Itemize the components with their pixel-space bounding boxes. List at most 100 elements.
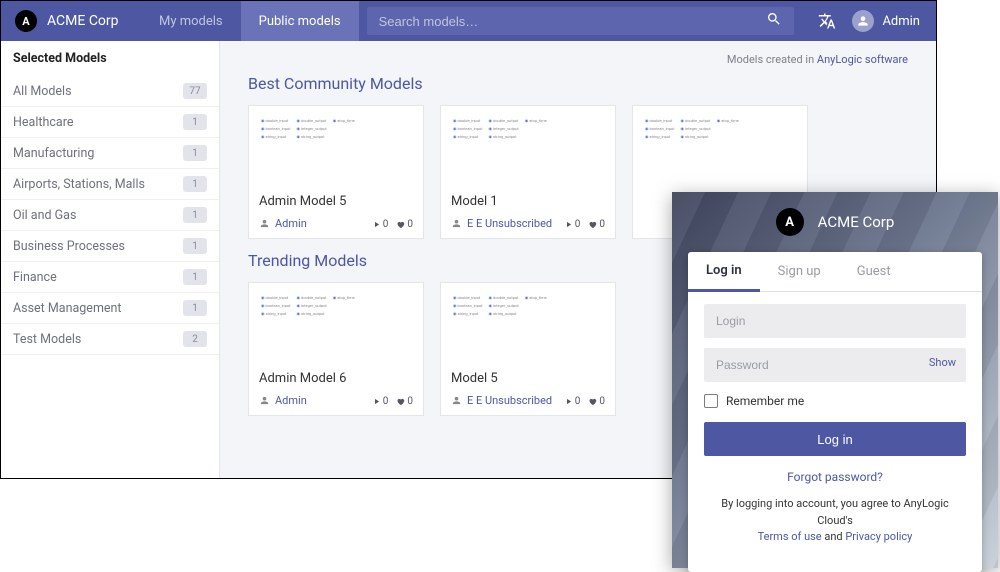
card-title: Model 5: [441, 371, 508, 386]
card-thumbnail: double_inputboolean_inputstring_input do…: [633, 106, 807, 174]
card-title: Admin Model 5: [249, 194, 356, 209]
sidebar-item-asset-management[interactable]: Asset Management 1: [1, 293, 219, 324]
search-input[interactable]: [379, 14, 767, 29]
card-author[interactable]: E E Unsubscribed: [451, 394, 552, 407]
sidebar-item-label: All Models: [13, 84, 72, 99]
sidebar: Selected Models All Models 77 Healthcare…: [1, 41, 220, 478]
sidebar-item-all-models[interactable]: All Models 77: [1, 76, 219, 107]
model-card[interactable]: double_inputboolean_inputstring_input do…: [440, 105, 616, 239]
login-tabs: Log in Sign up Guest: [688, 252, 982, 292]
sidebar-item-healthcare[interactable]: Healthcare 1: [1, 107, 219, 138]
person-icon: [451, 395, 462, 406]
credits-link[interactable]: AnyLogic software: [817, 53, 908, 66]
tab-signup[interactable]: Sign up: [760, 252, 839, 291]
card-runs: 0: [383, 219, 389, 230]
login-password-input[interactable]: [704, 348, 966, 382]
search-icon[interactable]: [766, 11, 782, 31]
tab-login[interactable]: Log in: [688, 252, 760, 292]
sidebar-item-label: Healthcare: [13, 115, 73, 130]
user-avatar-icon: [852, 10, 874, 32]
sidebar-item-finance[interactable]: Finance 1: [1, 262, 219, 293]
sidebar-item-label: Finance: [13, 270, 57, 285]
person-icon: [259, 218, 270, 229]
sidebar-item-count: 1: [183, 207, 207, 223]
sidebar-item-count: 2: [183, 331, 207, 347]
user-label: Admin: [882, 14, 920, 29]
privacy-link[interactable]: Privacy policy: [845, 530, 912, 543]
heart-icon: [396, 220, 405, 229]
sidebar-item-oil-gas[interactable]: Oil and Gas 1: [1, 200, 219, 231]
login-brand: A ACME Corp: [672, 192, 998, 252]
card-thumbnail: double_inputboolean_inputstring_input do…: [249, 106, 423, 174]
play-icon: [372, 397, 381, 406]
sidebar-item-label: Oil and Gas: [13, 208, 76, 223]
model-card[interactable]: double_inputboolean_inputstring_input do…: [248, 282, 424, 416]
nav-public-models[interactable]: Public models: [241, 1, 359, 41]
heart-icon: [588, 397, 597, 406]
card-stats: 0 0: [564, 219, 605, 230]
search-box[interactable]: [367, 7, 795, 35]
language-icon[interactable]: [810, 12, 844, 30]
play-icon: [564, 397, 573, 406]
card-title: Model 1: [441, 194, 508, 209]
card-author-name: E E Unsubscribed: [467, 394, 552, 407]
sidebar-item-manufacturing[interactable]: Manufacturing 1: [1, 138, 219, 169]
heart-icon: [396, 397, 405, 406]
password-show-toggle[interactable]: Show: [929, 356, 956, 369]
legal-and: and: [822, 530, 846, 543]
card-likes: 0: [599, 219, 605, 230]
terms-link[interactable]: Terms of use: [758, 530, 822, 543]
login-username-input[interactable]: [704, 304, 966, 338]
card-author-name: Admin: [275, 394, 307, 407]
card-thumbnail: double_inputboolean_inputstring_input do…: [249, 283, 423, 351]
sidebar-item-airports[interactable]: Airports, Stations, Malls 1: [1, 169, 219, 200]
login-form: Show Remember me Log in Forgot password?…: [688, 292, 982, 572]
card-likes: 0: [407, 219, 413, 230]
play-icon: [564, 220, 573, 229]
sidebar-item-label: Manufacturing: [13, 146, 94, 161]
sidebar-item-business-processes[interactable]: Business Processes 1: [1, 231, 219, 262]
model-card[interactable]: double_inputboolean_inputstring_input do…: [440, 282, 616, 416]
login-brand-logo: A: [776, 208, 804, 236]
sidebar-item-label: Airports, Stations, Malls: [13, 177, 145, 192]
card-runs: 0: [575, 219, 581, 230]
brand[interactable]: A ACME Corp: [1, 10, 141, 32]
remember-me-row[interactable]: Remember me: [704, 394, 966, 408]
login-window: A ACME Corp Log in Sign up Guest Show Re…: [672, 192, 998, 568]
card-author[interactable]: Admin: [259, 217, 307, 230]
sidebar-title: Selected Models: [1, 41, 219, 76]
card-thumbnail: double_inputboolean_inputstring_input do…: [441, 106, 615, 174]
sidebar-item-label: Test Models: [13, 332, 81, 347]
section-title-best: Best Community Models: [248, 74, 908, 93]
model-card[interactable]: double_inputboolean_inputstring_input do…: [248, 105, 424, 239]
card-stats: 0 0: [372, 396, 413, 407]
card-title: Admin Model 6: [249, 371, 356, 386]
play-icon: [372, 220, 381, 229]
person-icon: [259, 395, 270, 406]
card-author-name: E E Unsubscribed: [467, 217, 552, 230]
search-wrap: [359, 1, 803, 41]
sidebar-item-count: 1: [183, 176, 207, 192]
nav-my-models[interactable]: My models: [141, 1, 241, 41]
sidebar-item-label: Asset Management: [13, 301, 122, 316]
login-submit-button[interactable]: Log in: [704, 422, 966, 456]
credits-line: Models created in AnyLogic software: [248, 53, 908, 68]
card-author[interactable]: Admin: [259, 394, 307, 407]
brand-name: ACME Corp: [47, 13, 119, 29]
tab-guest[interactable]: Guest: [839, 252, 909, 291]
card-thumbnail: double_inputboolean_inputstring_input do…: [441, 283, 615, 351]
remember-me-checkbox[interactable]: [704, 394, 718, 408]
legal-prefix: By logging into account, you agree to An…: [721, 497, 949, 527]
sidebar-item-count: 77: [183, 83, 207, 99]
user-menu[interactable]: Admin: [844, 10, 936, 32]
person-icon: [451, 218, 462, 229]
sidebar-item-test-models[interactable]: Test Models 2: [1, 324, 219, 355]
card-likes: 0: [407, 396, 413, 407]
sidebar-item-count: 1: [183, 269, 207, 285]
card-stats: 0 0: [564, 396, 605, 407]
card-author[interactable]: E E Unsubscribed: [451, 217, 552, 230]
sidebar-item-count: 1: [183, 238, 207, 254]
forgot-password-link[interactable]: Forgot password?: [704, 470, 966, 484]
sidebar-item-count: 1: [183, 300, 207, 316]
card-stats: 0 0: [372, 219, 413, 230]
